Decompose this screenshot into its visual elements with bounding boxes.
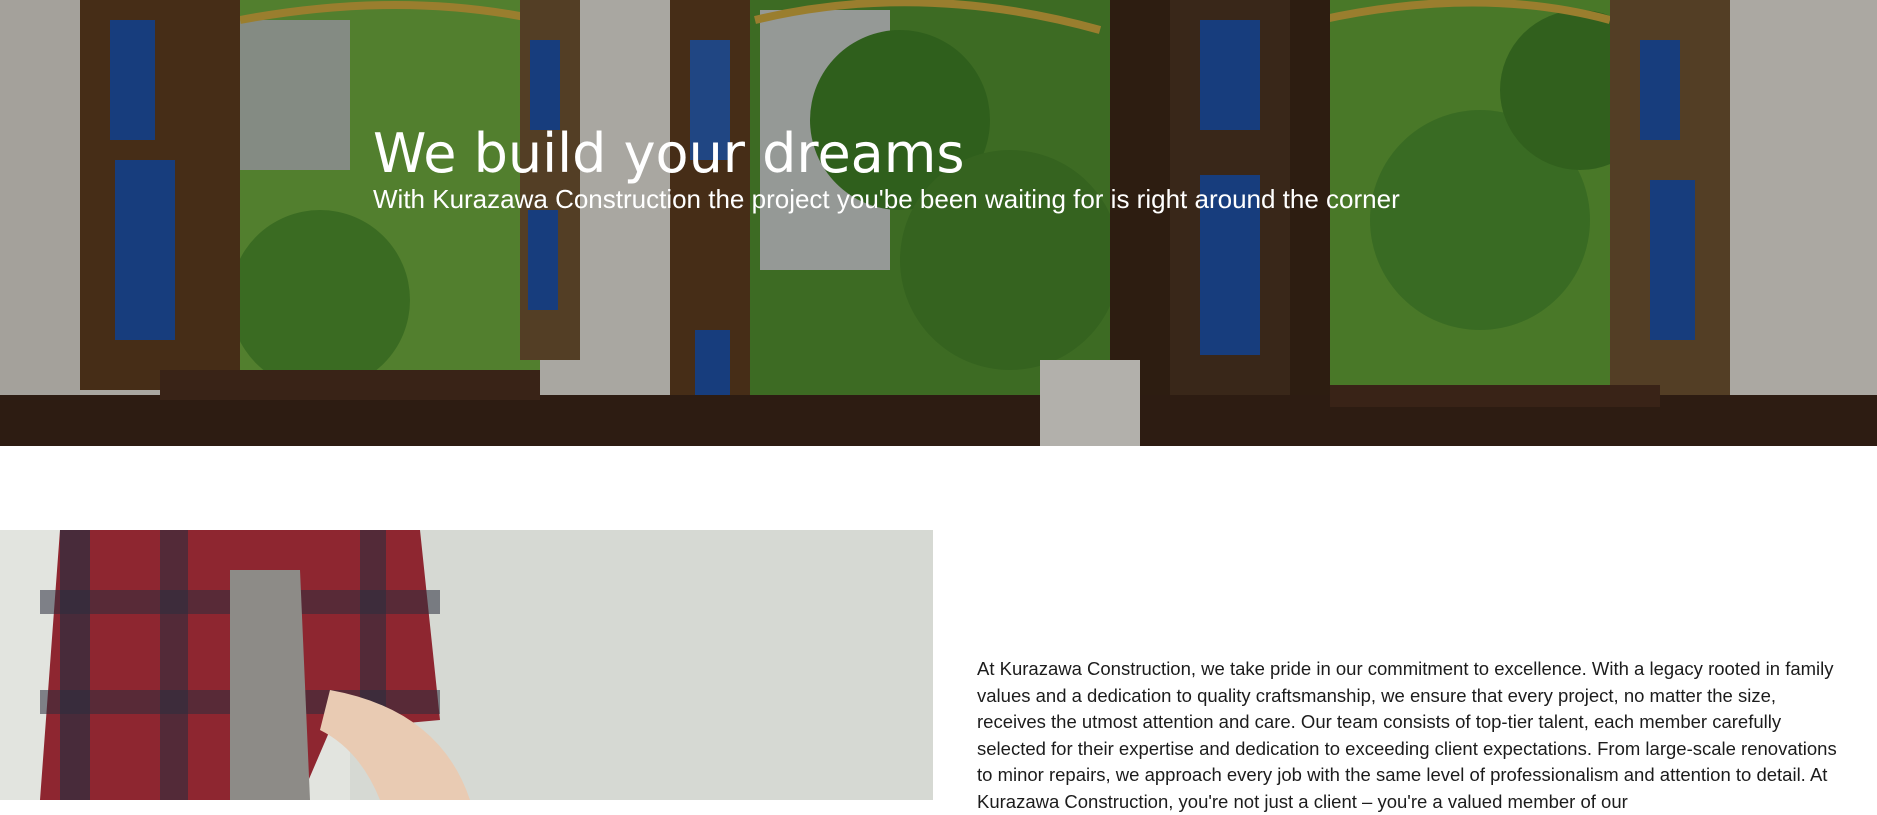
about-paragraph: At Kurazawa Construction, we take pride … xyxy=(977,658,1837,812)
hero-subtitle: With Kurazawa Construction the project y… xyxy=(373,184,1400,214)
worker-illustration xyxy=(0,530,933,800)
worker-image xyxy=(0,530,933,800)
hero-section: We build your dreams With Kurazawa Const… xyxy=(0,0,1877,446)
hero-title: We build your dreams xyxy=(373,122,965,185)
hero-overlay xyxy=(0,0,1877,446)
